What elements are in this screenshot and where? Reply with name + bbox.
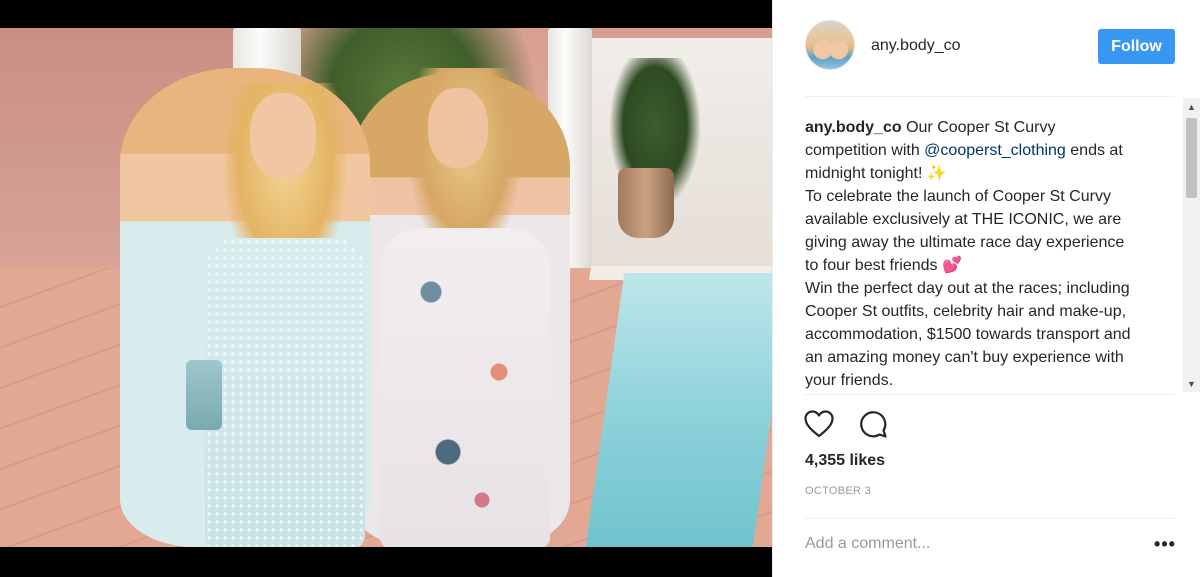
photo-handbag [186,360,222,430]
post-media[interactable] [0,0,772,577]
letterbox-bottom [0,547,772,577]
post-photo[interactable] [0,28,772,547]
photo-face-right [428,88,488,168]
letterbox-top [0,0,772,28]
follow-button[interactable]: Follow [1098,29,1175,64]
photo-lace-dress [205,238,365,547]
caption-mention-link[interactable]: @cooperst_clothing [924,142,1066,159]
caption-para-3: Win the perfect day out at the races; in… [805,280,1131,389]
action-bar [803,408,889,440]
caption-username[interactable]: any.body_co [805,119,902,136]
caption-area: any.body_co Our Cooper St Curvy competit… [773,97,1200,394]
scroll-down-arrow-icon[interactable]: ▼ [1183,375,1200,392]
avatar[interactable] [805,20,855,70]
post-sidebar: any.body_co Follow any.body_co Our Coope… [772,0,1200,577]
caption-para-2: To celebrate the launch of Cooper St Cur… [805,188,1125,274]
scroll-up-arrow-icon[interactable]: ▲ [1183,98,1200,115]
caption-scrollbar[interactable]: ▲ ▼ [1183,98,1200,392]
comment-button[interactable] [857,408,889,440]
more-options-icon[interactable]: ••• [1153,530,1177,558]
photo-floral-dress [380,228,550,547]
caption-para-1: any.body_co Our Cooper St Curvy competit… [805,116,1135,185]
photo-pot [618,168,674,238]
post-username[interactable]: any.body_co [871,37,961,55]
post-date[interactable]: OCTOBER 3 [805,485,871,497]
speech-bubble-icon [860,411,887,438]
divider-comment [805,518,1175,519]
caption: any.body_co Our Cooper St Curvy competit… [805,116,1135,392]
like-button[interactable] [803,408,835,440]
likes-count[interactable]: 4,355 likes [805,452,885,470]
comment-input[interactable] [805,531,1135,557]
photo-face-left [250,93,316,179]
heart-outline-icon [804,410,834,438]
scroll-thumb[interactable] [1186,118,1197,198]
post-header: any.body_co Follow [773,0,1200,96]
divider-actions [805,394,1175,395]
